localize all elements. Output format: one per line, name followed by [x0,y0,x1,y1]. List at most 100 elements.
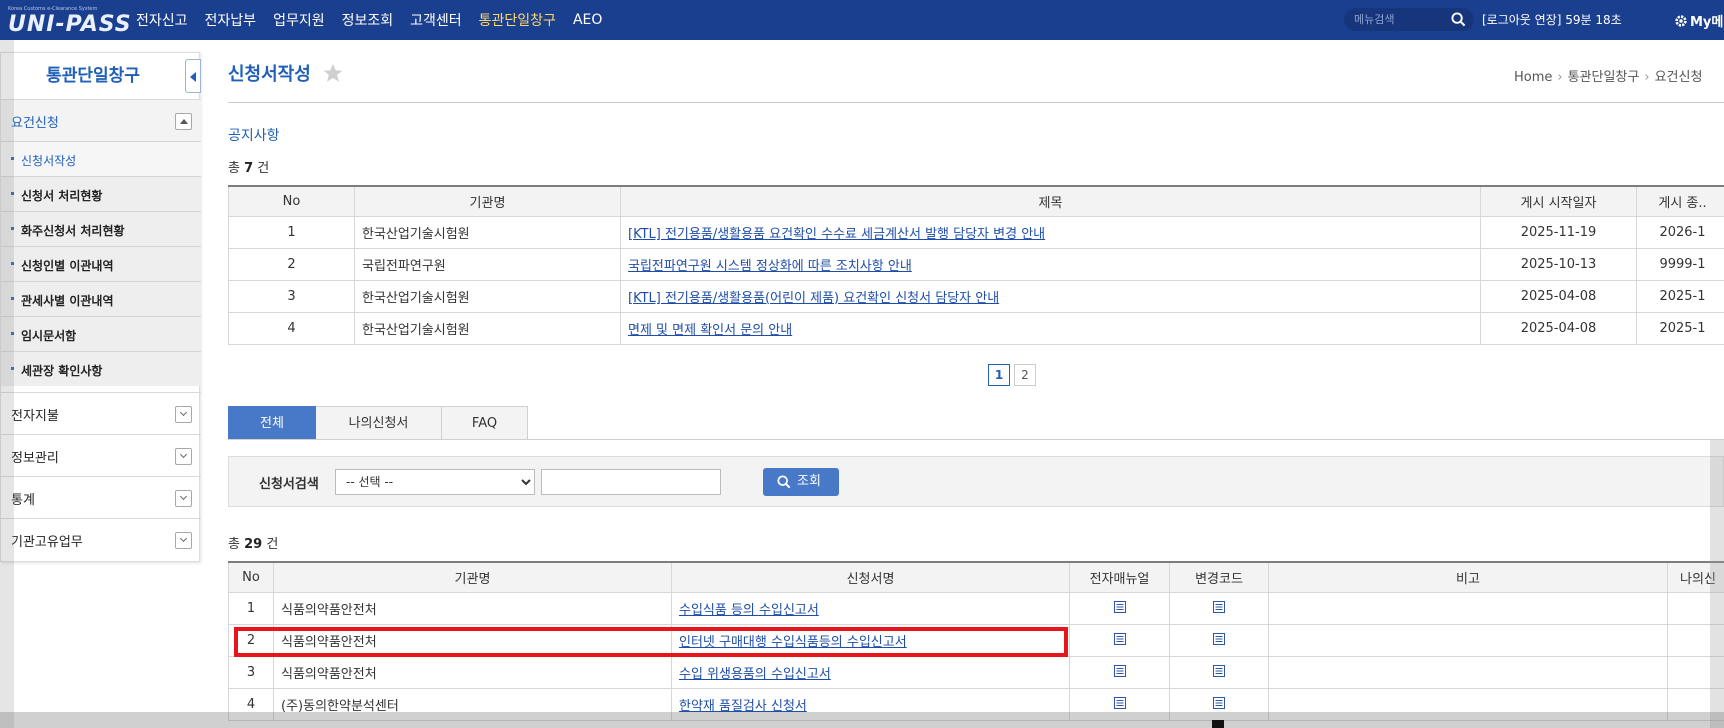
sidebar-item-transfer-by-applicant[interactable]: 신청인별 이관내역 [1,246,201,281]
sidebar-item-owner-application-status[interactable]: 화주신청서 처리현황 [1,211,201,246]
document-icon[interactable] [1113,632,1126,645]
table-row: 2 국립전파연구원 국립전파연구원 시스템 정상화에 따른 조치사항 안내 20… [228,247,1724,281]
nav-info-inquiry[interactable]: 정보조회 [342,10,394,30]
col-change-code: 변경코드 [1169,561,1269,593]
nav-electronic-filing[interactable]: 전자신고 [136,10,188,30]
table-row: 3 한국산업기술시험원 [KTL] 전기용품/생활용품(어린이 제품) 요건확인… [228,279,1724,313]
col-start-date: 게시 시작일자 [1480,185,1637,217]
tab-faq[interactable]: FAQ [442,406,528,440]
unipass-logo[interactable]: Korea Customs e-Clearance System UNI-PAS… [6,6,131,37]
breadcrumb-single-window[interactable]: 통관단일창구 [1568,70,1640,85]
notice-link[interactable]: 국립전파연구원 시스템 정상화에 따른 조치사항 안내 [628,259,912,274]
chevron-right-icon: › [1644,70,1650,85]
top-nav: 전자신고 전자납부 업무지원 정보조회 고객센터 통관단일창구 AEO [136,0,619,40]
form-link[interactable]: 수입식품 등의 수입신고서 [679,603,819,618]
sidebar-item-application-status[interactable]: 신청서 처리현황 [1,176,201,211]
nav-business-support[interactable]: 업무지원 [273,10,325,30]
document-icon[interactable] [1113,696,1126,709]
col-form-name: 신청서명 [671,561,1070,593]
my-menu-button[interactable]: My메 [1674,11,1723,30]
document-icon[interactable] [1213,600,1225,613]
menu-search-input[interactable] [1354,10,1448,29]
left-scroll-shade [0,40,14,728]
search-category-select[interactable]: -- 선택 -- [335,469,535,495]
notice-link[interactable]: [KTL] 전기용품/생활용품(어린이 제품) 요건확인 신청서 담당자 안내 [628,291,999,306]
table-row: 2 식품의약품안전처 인터넷 구매대행 수입식품등의 수입신고서 [228,623,1724,657]
col-no: No [228,185,355,217]
sidebar-item-temp-documents[interactable]: 임시문서함 [1,316,201,351]
logout-extend-button[interactable]: [로그아웃 연장] 59분 18초 [1482,11,1622,28]
col-end-date: 게시 종.. [1636,185,1724,217]
nav-aeo[interactable]: AEO [573,12,602,28]
table-row: 1 한국산업기술시험원 [KTL] 전기용품/생활용품 요건확인 수수료 세금계… [228,215,1724,249]
notice-link[interactable]: [KTL] 전기용품/생활용품 요건확인 수수료 세금계산서 발행 담당자 변경… [628,227,1045,242]
chevron-down-icon[interactable] [175,448,192,465]
chevron-right-icon: › [1557,70,1563,85]
col-remark: 비고 [1268,561,1668,593]
breadcrumb-requirement[interactable]: 요건신청 [1655,70,1703,85]
col-e-manual: 전자매뉴얼 [1069,561,1170,593]
search-button[interactable]: 조회 [763,468,839,496]
forms-header-row: No 기관명 신청서명 전자매뉴얼 변경코드 비고 나의신 [228,561,1724,593]
star-icon[interactable] [322,62,344,84]
menu-search [1344,8,1474,31]
table-row: 3 식품의약품안전처 수입 위생용품의 수입신고서 [228,655,1724,689]
sidebar-title: 통관단일창구 [46,66,140,86]
page-2-button[interactable]: 2 [1014,364,1036,386]
nav-customer-center[interactable]: 고객센터 [410,10,462,30]
sidebar-collapse-button[interactable] [185,59,201,93]
notice-header-row: No 기관명 제목 게시 시작일자 게시 종.. [228,185,1724,217]
tabs-divider [228,439,1724,440]
close-icon[interactable] [1212,720,1224,728]
col-no: No [228,561,274,593]
top-bar: Korea Customs e-Clearance System UNI-PAS… [0,0,1724,40]
col-org: 기관명 [354,185,621,217]
sidebar-group-info-management[interactable]: 정보관리 [1,434,201,476]
chevron-down-icon[interactable] [175,532,192,549]
search-input[interactable] [541,469,721,495]
sidebar-group-agency-tasks[interactable]: 기관고유업무 [1,518,201,560]
breadcrumb-home[interactable]: Home [1514,70,1552,85]
chevron-down-icon[interactable] [175,406,192,423]
gear-icon [1675,15,1687,27]
sidebar-group-statistics[interactable]: 통계 [1,476,201,518]
document-icon[interactable] [1213,632,1225,645]
sidebar-item-customs-confirmation[interactable]: 세관장 확인사항 [1,351,201,386]
page-1-button[interactable]: 1 [988,364,1010,386]
tab-all[interactable]: 전체 [228,406,316,440]
application-search-box: 신청서검색 -- 선택 -- 조회 [228,456,1724,507]
table-row: 4 한국산업기술시험원 면제 및 면제 확인서 문의 안내 2025-04-08… [228,311,1724,345]
notice-link[interactable]: 면제 및 면제 확인서 문의 안내 [628,323,792,338]
page-title: 신청서작성 [228,64,311,85]
sidebar: 통관단일창구 요건신청 신청서작성 신청서 처리현황 화주신청서 처리현황 신청… [0,52,201,562]
forms-table: No 기관명 신청서명 전자매뉴얼 변경코드 비고 나의신 1 식품의약품안전처… [228,561,1724,721]
forms-count: 총 29 건 [228,537,279,552]
nav-single-window[interactable]: 통관단일창구 [479,10,556,30]
document-icon[interactable] [1213,664,1225,677]
search-label: 신청서검색 [259,477,319,492]
document-icon[interactable] [1213,696,1225,709]
col-title: 제목 [620,185,1481,217]
sidebar-item-write-application[interactable]: 신청서작성 [1,141,201,176]
search-icon[interactable] [1451,12,1466,27]
notice-heading: 공지사항 [228,128,280,144]
sidebar-group-requirement[interactable]: 요건신청 [1,99,201,141]
tab-my-applications[interactable]: 나의신청서 [316,406,442,440]
col-org: 기관명 [273,561,672,593]
tabs: 전체 나의신청서 FAQ [228,406,528,440]
search-icon [777,475,791,489]
nav-electronic-payment[interactable]: 전자납부 [205,10,257,30]
form-link[interactable]: 수입 위생용품의 수입신고서 [679,667,831,682]
notice-count: 총 7 건 [228,161,270,176]
document-icon[interactable] [1113,600,1126,613]
bottom-overlay [0,712,1724,728]
title-divider [228,102,1724,103]
sidebar-item-transfer-by-broker[interactable]: 관세사별 이관내역 [1,281,201,316]
chevron-down-icon[interactable] [175,490,192,507]
form-link[interactable]: 인터넷 구매대행 수입식품등의 수입신고서 [679,635,907,650]
sidebar-group-e-payment[interactable]: 전자지불 [1,392,201,434]
notice-pagination: 1 2 [988,364,1040,386]
chevron-up-icon[interactable] [175,113,192,130]
document-icon[interactable] [1113,664,1126,677]
notice-table: No 기관명 제목 게시 시작일자 게시 종.. 1 한국산업기술시험원 [KT… [228,185,1724,345]
